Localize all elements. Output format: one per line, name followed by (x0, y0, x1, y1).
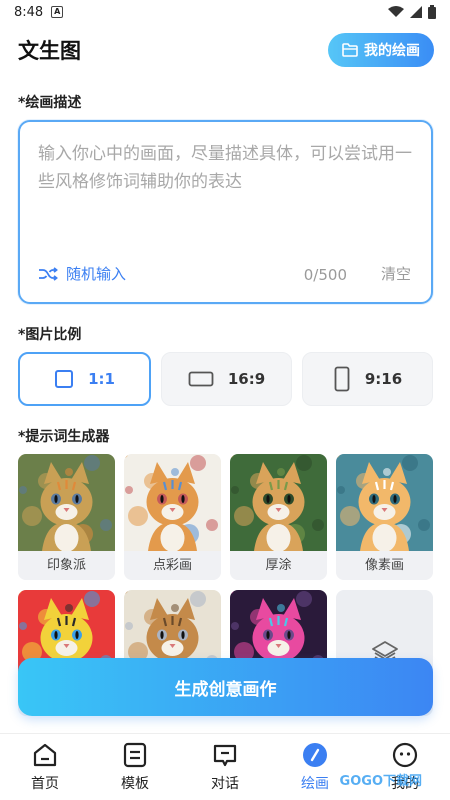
style-label: 厚涂 (230, 551, 327, 580)
nav-label: 模板 (121, 776, 149, 792)
prompt-section-label: *绘画描述 (18, 95, 82, 111)
signal-icon (410, 6, 422, 18)
style-thumbnail (230, 454, 327, 551)
cat-illustration (336, 454, 433, 551)
style-card-pixel-art[interactable]: 像素画 (336, 454, 433, 580)
status-time: 8:48 (14, 4, 44, 20)
prompt-input[interactable]: 输入你心中的画面，尽量描述具体，可以尝试用一些风格修饰词辅助你的表达 随机输入 … (18, 120, 433, 304)
char-count: 0/500 (303, 266, 347, 284)
status-bar: 8:48 A (0, 0, 450, 24)
random-input-button[interactable]: 随机输入 (38, 263, 126, 284)
ratio-label: 16:9 (227, 370, 266, 388)
style-thumbnail (124, 454, 221, 551)
bottom-nav: 首页 模板 对话 绘画 我的 (0, 733, 450, 800)
folder-icon (342, 43, 358, 57)
nav-item-template[interactable]: 模板 (90, 741, 180, 793)
wifi-icon (388, 6, 404, 17)
style-thumbnail (336, 454, 433, 551)
nav-item-chat[interactable]: 对话 (180, 741, 270, 793)
style-card-impressionism[interactable]: 印象派 (18, 454, 115, 580)
page-title: 文生图 (18, 39, 81, 63)
prompt-placeholder: 输入你心中的画面，尽量描述具体，可以尝试用一些风格修饰词辅助你的表达 (38, 144, 412, 192)
template-icon (123, 742, 147, 768)
portrait-icon (334, 366, 350, 392)
style-label: 像素画 (336, 551, 433, 580)
style-card-pointillism[interactable]: 点彩画 (124, 454, 221, 580)
ratio-label: 1:1 (88, 370, 115, 388)
style-card-impasto[interactable]: 厚涂 (230, 454, 327, 580)
landscape-icon (188, 371, 214, 387)
my-drawings-button[interactable]: 我的绘画 (328, 33, 434, 67)
my-drawings-label: 我的绘画 (364, 43, 420, 59)
cat-illustration (230, 454, 327, 551)
watermark: GOGO下载网 (339, 774, 422, 789)
header: 文生图 我的绘画 (18, 32, 434, 68)
profile-icon (392, 742, 418, 768)
square-icon (55, 370, 74, 388)
nav-label: 对话 (211, 776, 239, 792)
ratio-label: 9:16 (364, 370, 403, 388)
ratio-option-1-1[interactable]: 1:1 (18, 352, 151, 406)
ratio-option-9-16[interactable]: 9:16 (302, 352, 433, 406)
nav-item-home[interactable]: 首页 (0, 741, 90, 793)
style-label: 点彩画 (124, 551, 221, 580)
brush-icon (303, 743, 327, 767)
shuffle-icon (39, 266, 58, 281)
chat-icon (213, 744, 237, 767)
battery-icon (428, 5, 436, 19)
style-label: 印象派 (18, 551, 115, 580)
notification-icon: A (51, 6, 64, 18)
ratio-section-label: *图片比例 (18, 327, 82, 343)
ratio-options: 1:1 16:9 9:16 (18, 352, 433, 406)
ratio-option-16-9[interactable]: 16:9 (161, 352, 292, 406)
cat-illustration (18, 454, 115, 551)
cat-illustration (124, 454, 221, 551)
generate-button[interactable]: 生成创意画作 (18, 658, 433, 716)
clear-button[interactable]: 清空 (381, 263, 411, 284)
style-thumbnail (18, 454, 115, 551)
home-icon (33, 743, 57, 767)
style-section-label: *提示词生成器 (18, 429, 110, 445)
nav-label: 绘画 (301, 776, 329, 792)
nav-label: 首页 (31, 776, 59, 792)
random-input-label: 随机输入 (66, 265, 127, 283)
